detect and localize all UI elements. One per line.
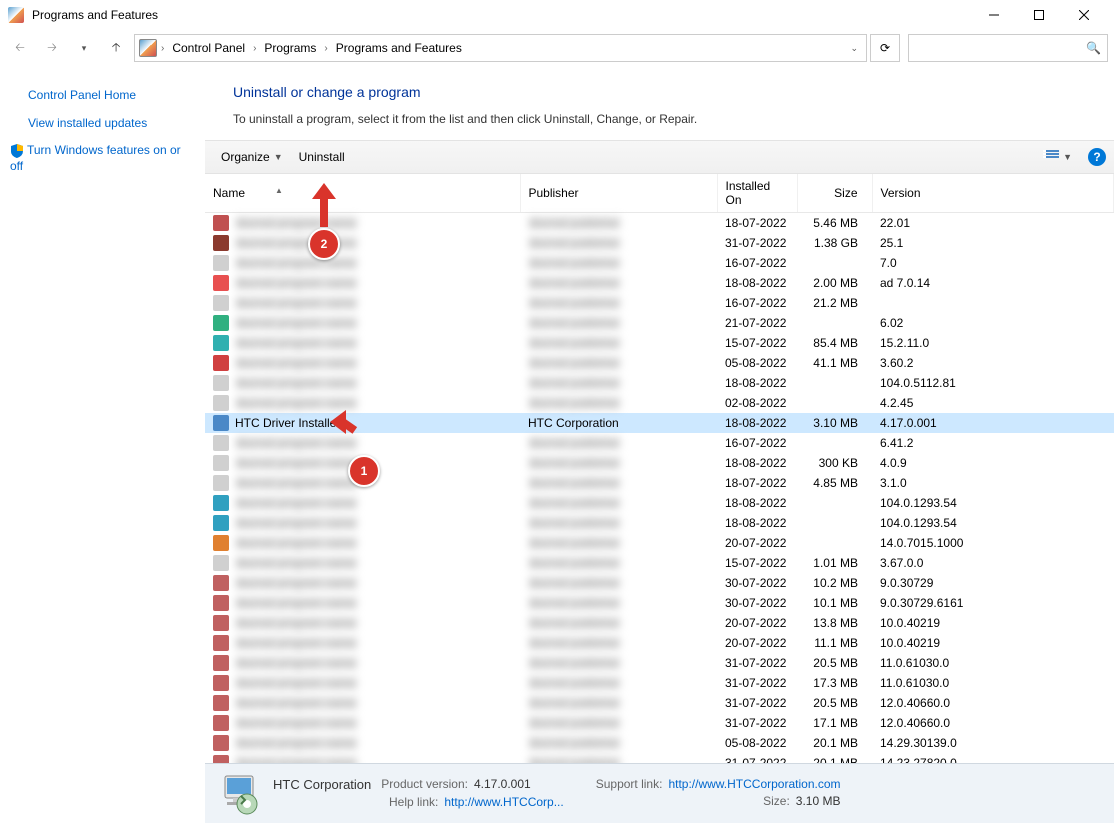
breadcrumb-control-panel[interactable]: Control Panel <box>168 39 249 57</box>
table-row[interactable]: blurred program nameblurred publisher31-… <box>205 673 1114 693</box>
table-row[interactable]: blurred program nameblurred publisher18-… <box>205 213 1114 234</box>
table-row[interactable]: blurred program nameblurred publisher31-… <box>205 233 1114 253</box>
column-name[interactable]: Name <box>205 174 520 213</box>
chevron-right-icon[interactable]: › <box>324 43 327 54</box>
breadcrumb-programs-features[interactable]: Programs and Features <box>332 39 466 57</box>
installer-icon <box>217 772 261 816</box>
table-row[interactable]: blurred program nameblurred publisher31-… <box>205 693 1114 713</box>
table-row[interactable]: blurred program nameblurred publisher30-… <box>205 593 1114 613</box>
refresh-button[interactable]: ⟳ <box>870 34 900 62</box>
details-support-link-label: Support link: <box>596 777 663 793</box>
chevron-down-icon: ▼ <box>274 152 283 162</box>
details-product-version: 4.17.0.001 <box>474 777 531 794</box>
shield-icon <box>10 144 24 158</box>
column-size[interactable]: Size <box>797 174 872 213</box>
chevron-right-icon[interactable]: › <box>161 43 164 54</box>
close-button[interactable] <box>1061 0 1106 30</box>
details-company: HTC Corporation <box>273 777 371 794</box>
uninstall-button[interactable]: Uninstall <box>291 146 353 168</box>
chevron-down-icon: ▼ <box>1063 152 1072 162</box>
details-product-version-label: Product version: <box>381 777 468 794</box>
view-icon <box>1043 150 1059 164</box>
table-row[interactable]: blurred program nameblurred publisher30-… <box>205 573 1114 593</box>
details-size: 3.10 MB <box>796 794 841 810</box>
annotation-arrow-2 <box>312 183 336 230</box>
search-icon: 🔍 <box>1086 41 1101 55</box>
annotation-1: 1 <box>348 455 380 487</box>
column-version[interactable]: Version <box>872 174 1114 213</box>
annotation-2: 2 <box>308 228 340 260</box>
details-help-link[interactable]: http://www.HTCCorp... <box>444 795 563 811</box>
page-subheading: To uninstall a program, select it from t… <box>233 112 1094 126</box>
table-row[interactable]: blurred program nameblurred publisher05-… <box>205 733 1114 753</box>
maximize-button[interactable] <box>1016 0 1061 30</box>
table-row[interactable]: blurred program nameblurred publisher20-… <box>205 613 1114 633</box>
sidebar-windows-features[interactable]: Turn Windows features on or off <box>10 143 195 174</box>
address-dropdown-icon[interactable]: ⌄ <box>846 43 862 54</box>
table-row[interactable]: blurred program nameblurred publisher20-… <box>205 633 1114 653</box>
navigation-bar: 🡠 🡢 ▾ 🡡 › Control Panel › Programs › Pro… <box>0 30 1114 66</box>
control-panel-icon <box>139 39 157 57</box>
sidebar: Control Panel Home View installed update… <box>0 66 205 823</box>
table-row[interactable]: blurred program nameblurred publisher18-… <box>205 513 1114 533</box>
table-row[interactable]: blurred program nameblurred publisher18-… <box>205 493 1114 513</box>
page-heading: Uninstall or change a program <box>233 84 1094 100</box>
page-header: Uninstall or change a program To uninsta… <box>205 66 1114 140</box>
table-row[interactable]: blurred program nameblurred publisher21-… <box>205 313 1114 333</box>
control-panel-icon <box>8 7 24 23</box>
window-title: Programs and Features <box>32 8 971 22</box>
details-help-link-label: Help link: <box>389 795 438 811</box>
search-input[interactable]: 🔍 <box>908 34 1108 62</box>
table-row[interactable]: blurred program nameblurred publisher18-… <box>205 453 1114 473</box>
back-button[interactable]: 🡠 <box>6 34 34 62</box>
table-row[interactable]: blurred program nameblurred publisher18-… <box>205 373 1114 393</box>
chevron-right-icon[interactable]: › <box>253 43 256 54</box>
titlebar: Programs and Features <box>0 0 1114 30</box>
sidebar-control-panel-home[interactable]: Control Panel Home <box>28 88 195 104</box>
breadcrumb-programs[interactable]: Programs <box>260 39 320 57</box>
table-row[interactable]: blurred program nameblurred publisher18-… <box>205 473 1114 493</box>
table-row[interactable]: blurred program nameblurred publisher20-… <box>205 533 1114 553</box>
column-publisher[interactable]: Publisher <box>520 174 717 213</box>
recent-dropdown[interactable]: ▾ <box>70 34 98 62</box>
view-options-button[interactable]: ▼ <box>1035 146 1080 168</box>
forward-button[interactable]: 🡢 <box>38 34 66 62</box>
toolbar: Organize ▼ Uninstall ▼ ? <box>205 140 1114 174</box>
organize-button[interactable]: Organize ▼ <box>213 146 291 168</box>
table-row[interactable]: blurred program nameblurred publisher16-… <box>205 293 1114 313</box>
annotation-arrow-1 <box>330 410 360 453</box>
address-bar[interactable]: › Control Panel › Programs › Programs an… <box>134 34 867 62</box>
table-row[interactable]: blurred program nameblurred publisher05-… <box>205 353 1114 373</box>
up-button[interactable]: 🡡 <box>102 34 130 62</box>
programs-table: Name Publisher Installed On Size Version… <box>205 174 1114 763</box>
table-row[interactable]: blurred program nameblurred publisher15-… <box>205 333 1114 353</box>
column-installed-on[interactable]: Installed On <box>717 174 797 213</box>
table-row[interactable]: blurred program nameblurred publisher16-… <box>205 253 1114 273</box>
minimize-button[interactable] <box>971 0 1016 30</box>
table-row[interactable]: blurred program nameblurred publisher31-… <box>205 653 1114 673</box>
details-support-link[interactable]: http://www.HTCCorporation.com <box>668 777 840 793</box>
details-pane: HTC Corporation Product version: 4.17.0.… <box>205 763 1114 823</box>
table-row[interactable]: blurred program nameblurred publisher31-… <box>205 713 1114 733</box>
table-row[interactable]: blurred program nameblurred publisher18-… <box>205 273 1114 293</box>
help-button[interactable]: ? <box>1088 148 1106 166</box>
details-size-label: Size: <box>718 794 790 810</box>
sidebar-view-installed-updates[interactable]: View installed updates <box>28 116 195 132</box>
table-row[interactable]: blurred program nameblurred publisher15-… <box>205 553 1114 573</box>
table-row[interactable]: blurred program nameblurred publisher31-… <box>205 753 1114 763</box>
